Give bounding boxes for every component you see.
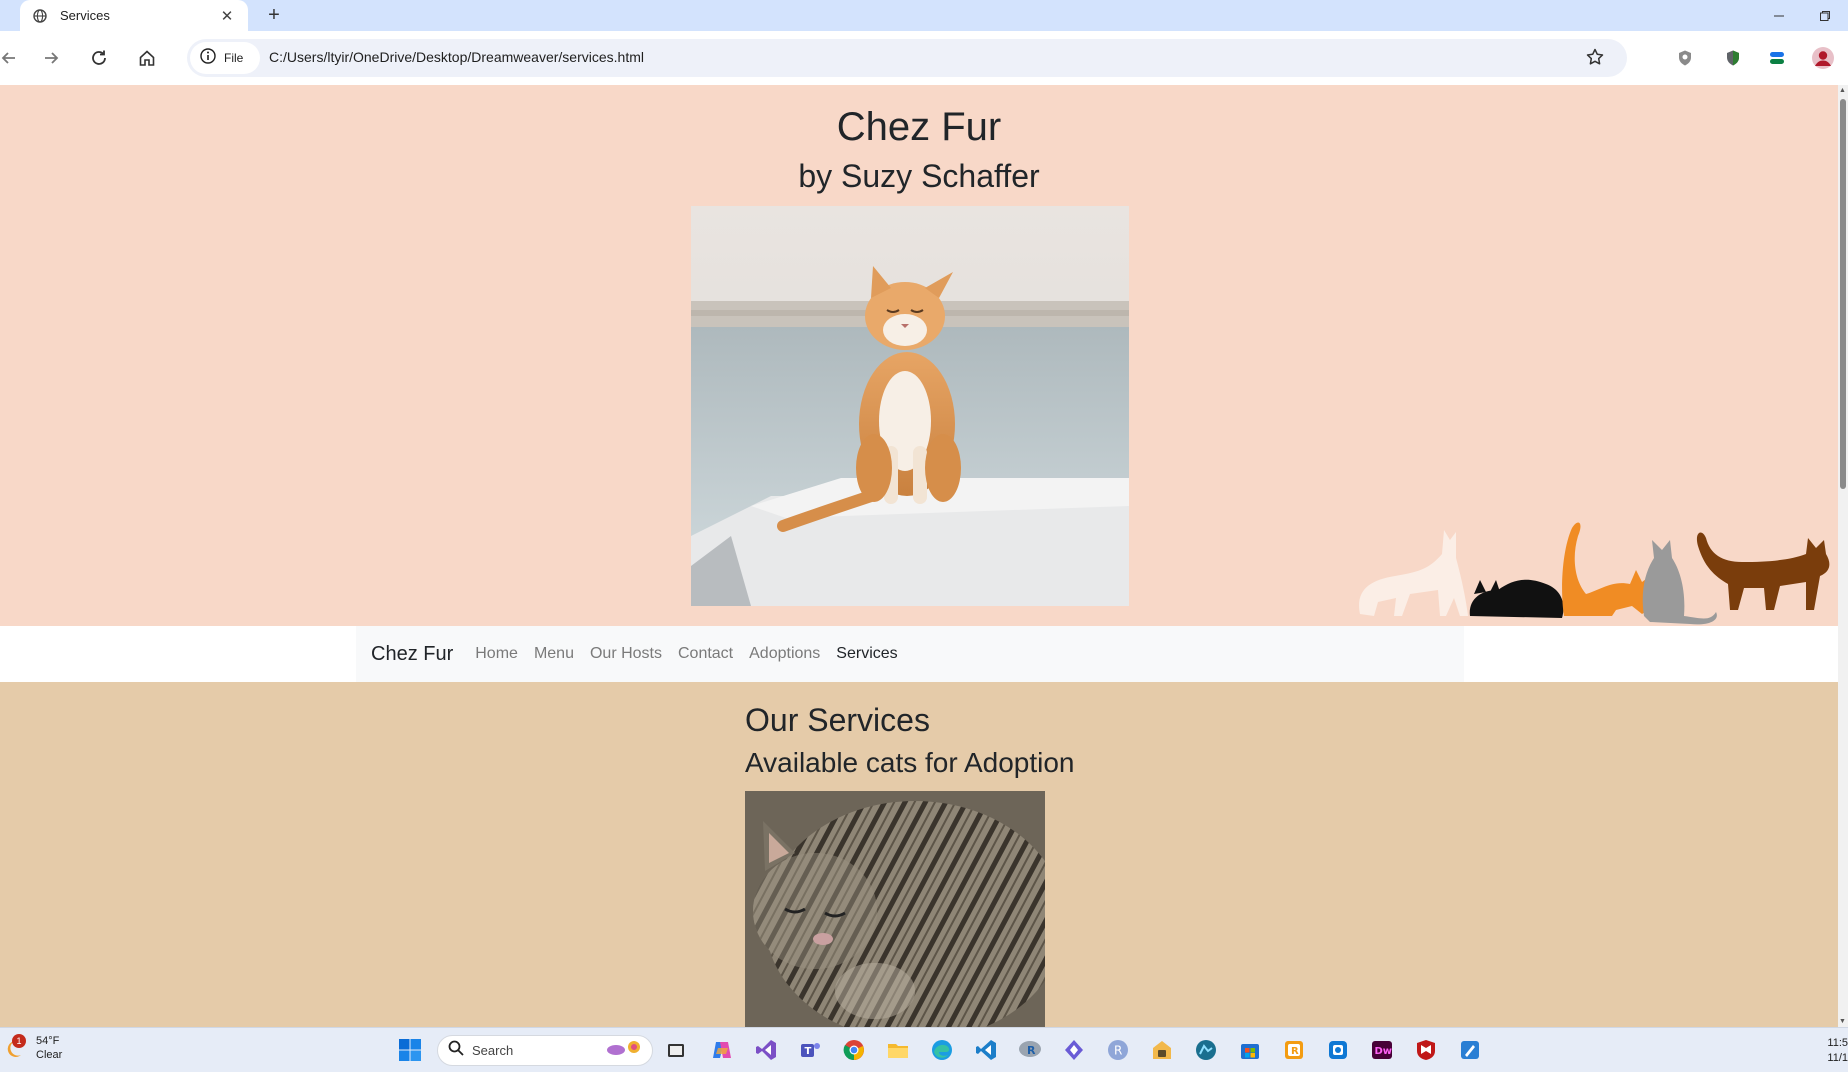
svg-text:R: R <box>1291 1046 1299 1057</box>
tab-title: Services <box>60 8 110 23</box>
nav-link-contact[interactable]: Contact <box>678 645 733 663</box>
weather-badge: 1 <box>12 1034 26 1048</box>
extension-security-icon[interactable] <box>1720 45 1746 71</box>
tab-strip: Services ✕ + <box>0 0 1848 31</box>
copilot-icon[interactable] <box>708 1036 736 1064</box>
dreamweaver-icon[interactable]: Dw <box>1368 1036 1396 1064</box>
r-studio-orange-icon[interactable]: R <box>1280 1036 1308 1064</box>
browser-toolbar: File C:/Users/ltyir/OneDrive/Desktop/Dre… <box>0 31 1848 85</box>
page-scrollbar[interactable]: ▲ ▼ <box>1838 85 1848 1027</box>
page-heading: Our Services <box>745 702 930 738</box>
bookmark-star-icon[interactable] <box>1585 47 1605 72</box>
teams-icon[interactable]: T <box>796 1036 824 1064</box>
mcafee-icon[interactable] <box>1412 1036 1440 1064</box>
site-chip-label: File <box>224 51 244 65</box>
navbar-container: Chez Fur Home Menu Our Hosts Contact Ado… <box>356 626 1464 682</box>
extension-shield-icon[interactable] <box>1672 45 1698 71</box>
windows-taskbar: 1 54°F Clear Search T R R R Dw 11:5 11/1 <box>0 1027 1848 1072</box>
clock-time: 11:5 <box>1827 1037 1848 1049</box>
nav-link-services[interactable]: Services <box>836 645 897 663</box>
outlook-icon[interactable] <box>1324 1036 1352 1064</box>
scroll-down-icon[interactable]: ▼ <box>1839 1018 1846 1025</box>
svg-text:R: R <box>1027 1044 1036 1057</box>
microsoft-store-icon[interactable] <box>1236 1036 1264 1064</box>
page-viewport: Chez Fur by Suzy Schaffer Chez Fur Home … <box>0 85 1838 1027</box>
chrome-icon[interactable] <box>840 1036 868 1064</box>
paint-app-icon[interactable] <box>1456 1036 1484 1064</box>
new-tab-button[interactable]: + <box>262 3 286 27</box>
back-button[interactable] <box>0 43 24 73</box>
power-automate-icon[interactable] <box>1060 1036 1088 1064</box>
file-explorer-icon[interactable] <box>884 1036 912 1064</box>
weather-temperature: 54°F <box>36 1035 60 1047</box>
minimize-window-button[interactable] <box>1756 0 1802 31</box>
globe-icon <box>32 8 48 24</box>
search-icon <box>448 1040 464 1061</box>
taskbar-clock[interactable]: 11:5 11/1 <box>1822 1036 1848 1066</box>
info-icon <box>200 47 216 69</box>
edge-icon[interactable] <box>928 1036 956 1064</box>
site-header: Chez Fur by Suzy Schaffer <box>0 85 1838 626</box>
site-info-button[interactable]: File <box>190 42 260 74</box>
cat-silhouettes-decoration <box>1350 510 1838 626</box>
scrollbar-thumb[interactable] <box>1840 99 1846 489</box>
r-app-icon[interactable]: R <box>1104 1036 1132 1064</box>
home-button[interactable] <box>132 43 162 73</box>
svg-text:T: T <box>805 1046 812 1057</box>
site-navbar: Chez Fur Home Menu Our Hosts Contact Ado… <box>0 626 1838 682</box>
browser-tab[interactable]: Services ✕ <box>20 0 248 31</box>
page-subheading: Available cats for Adoption <box>745 747 1075 778</box>
forward-button[interactable] <box>36 43 66 73</box>
task-view-icon[interactable] <box>662 1036 690 1064</box>
restore-window-button[interactable] <box>1802 0 1848 31</box>
windows-start-icon[interactable] <box>396 1036 424 1064</box>
weather-condition: Clear <box>36 1049 63 1061</box>
moon-icon: 1 <box>6 1034 28 1059</box>
site-subtitle: by Suzy Schaffer <box>798 158 1040 194</box>
extensions-menu-icon[interactable] <box>1764 45 1790 71</box>
search-highlight-icon <box>604 1038 644 1063</box>
search-placeholder: Search <box>472 1043 514 1058</box>
clock-date: 11/1 <box>1827 1052 1848 1064</box>
nav-link-our-hosts[interactable]: Our Hosts <box>590 645 662 663</box>
site-title: Chez Fur <box>836 105 1002 149</box>
hero-cat-image <box>691 206 1129 606</box>
adoption-cat-image <box>745 791 1045 1027</box>
scroll-up-icon[interactable]: ▲ <box>1839 87 1846 94</box>
reload-button[interactable] <box>84 43 114 73</box>
nav-link-home[interactable]: Home <box>475 645 518 663</box>
vscode-icon[interactable] <box>972 1036 1000 1064</box>
taskbar-search-box[interactable]: Search <box>437 1035 653 1066</box>
address-bar[interactable]: File C:/Users/ltyir/OneDrive/Desktop/Dre… <box>187 39 1627 77</box>
nav-link-adoptions[interactable]: Adoptions <box>749 645 820 663</box>
active-app-icon[interactable] <box>1192 1036 1220 1064</box>
profile-avatar[interactable] <box>1810 45 1836 71</box>
weather-widget[interactable]: 1 54°F Clear <box>6 1034 62 1062</box>
close-tab-icon[interactable]: ✕ <box>218 7 236 25</box>
visual-studio-icon[interactable] <box>752 1036 780 1064</box>
rstudio-icon[interactable]: R <box>1016 1036 1044 1064</box>
nav-link-menu[interactable]: Menu <box>534 645 574 663</box>
url-text: C:/Users/ltyir/OneDrive/Desktop/Dreamwea… <box>269 49 644 65</box>
svg-text:R: R <box>1114 1044 1122 1058</box>
navbar-brand[interactable]: Chez Fur <box>371 643 453 666</box>
vpn-lock-icon[interactable] <box>1148 1036 1176 1064</box>
svg-text:Dw: Dw <box>1375 1046 1393 1057</box>
